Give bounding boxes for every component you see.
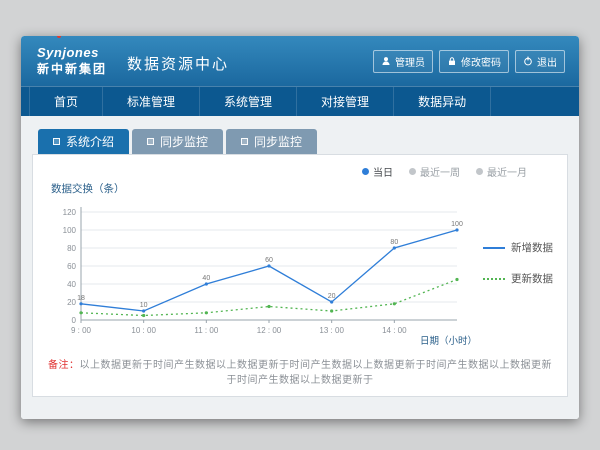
- svg-text:10: 10: [140, 302, 148, 309]
- filter-label: 最近一周: [420, 164, 460, 179]
- admin-user-button[interactable]: 管理员: [373, 50, 433, 73]
- filter-dot-icon: [476, 168, 483, 175]
- svg-text:40: 40: [67, 280, 76, 289]
- filter-dot-icon: [409, 168, 416, 175]
- svg-text:40: 40: [202, 275, 210, 282]
- nav-item-home[interactable]: 首页: [29, 87, 103, 116]
- svg-text:10 : 00: 10 : 00: [131, 326, 156, 335]
- legend-item-new-data[interactable]: 新增数据: [483, 240, 553, 255]
- app-window: Synjones 新中新集团 数据资源中心 管理员 修改密码: [21, 36, 579, 419]
- footnote: 备注：以上数据更新于时间产生数据以上数据更新于时间产生数据以上数据更新于时间产生…: [47, 356, 553, 386]
- svg-text:60: 60: [67, 262, 76, 271]
- tab-icon: [147, 138, 154, 145]
- tab-icon: [241, 138, 248, 145]
- lock-icon: [447, 56, 457, 66]
- filter-last-week[interactable]: 最近一周: [409, 164, 460, 179]
- tab-label: 同步监控: [160, 133, 208, 150]
- header: Synjones 新中新集团 数据资源中心 管理员 修改密码: [21, 36, 579, 86]
- brand-logo: Synjones 新中新集团: [37, 46, 107, 75]
- svg-text:100: 100: [63, 226, 77, 235]
- tab-sync-monitor-1[interactable]: 同步监控: [132, 129, 223, 154]
- nav-item-system-mgmt[interactable]: 系统管理: [200, 87, 297, 116]
- chart-y-axis-title: 数据交换（条）: [51, 181, 553, 196]
- tab-system-intro[interactable]: 系统介绍: [38, 129, 129, 154]
- tab-bar: 系统介绍 同步监控 同步监控: [38, 129, 568, 154]
- time-filter-legend: 当日 最近一周 最近一月: [47, 164, 527, 179]
- main-nav: 首页 标准管理 系统管理 对接管理 数据异动: [21, 86, 579, 116]
- svg-text:60: 60: [265, 257, 273, 264]
- svg-text:日期（小时）: 日期（小时）: [420, 335, 477, 347]
- svg-text:11 : 00: 11 : 00: [194, 326, 218, 335]
- svg-text:0: 0: [72, 316, 77, 325]
- legend-label: 新增数据: [511, 240, 553, 255]
- legend-item-updated-data[interactable]: 更新数据: [483, 271, 553, 286]
- footnote-text: 以上数据更新于时间产生数据以上数据更新于时间产生数据以上数据更新于时间产生数据以…: [80, 360, 553, 386]
- svg-text:12 : 00: 12 : 00: [257, 326, 282, 335]
- power-icon: [523, 56, 533, 66]
- filter-last-month[interactable]: 最近一月: [476, 164, 527, 179]
- change-password-button[interactable]: 修改密码: [439, 50, 509, 73]
- filter-label: 当日: [373, 164, 393, 179]
- svg-text:20: 20: [67, 298, 76, 307]
- svg-text:80: 80: [390, 239, 398, 246]
- change-password-label: 修改密码: [461, 54, 501, 69]
- svg-text:20: 20: [328, 293, 336, 300]
- user-icon: [381, 56, 391, 66]
- dotted-line-icon: [483, 278, 505, 280]
- admin-user-label: 管理员: [395, 54, 425, 69]
- filter-dot-icon: [362, 168, 369, 175]
- svg-text:18: 18: [77, 295, 85, 302]
- svg-text:13 : 00: 13 : 00: [319, 326, 344, 335]
- svg-text:14 : 00: 14 : 00: [382, 326, 407, 335]
- logo-accent-dot: [57, 36, 61, 38]
- logo-text-en: Synjones: [37, 46, 107, 60]
- tab-sync-monitor-2[interactable]: 同步监控: [226, 129, 317, 154]
- logo-text-cn: 新中新集团: [37, 63, 107, 76]
- logout-button[interactable]: 退出: [515, 50, 565, 73]
- page-title: 数据资源中心: [127, 53, 229, 74]
- chart-row: 0 20 40 60 80 100 120 9 : 00 10 : 00 11 : 00 12 : …: [47, 196, 553, 348]
- filter-label: 最近一月: [487, 164, 527, 179]
- nav-item-data-change[interactable]: 数据异动: [394, 87, 491, 116]
- chart-panel: 当日 最近一周 最近一月 数据交换（条） 0 20 40 60 80 100 120 9 : …: [32, 154, 568, 397]
- nav-item-standard-mgmt[interactable]: 标准管理: [103, 87, 200, 116]
- legend-label: 更新数据: [511, 271, 553, 286]
- solid-line-icon: [483, 247, 505, 249]
- header-actions: 管理员 修改密码 退出: [373, 50, 565, 73]
- logout-label: 退出: [537, 54, 557, 69]
- tab-icon: [53, 138, 60, 145]
- series-legend: 新增数据 更新数据: [483, 196, 553, 286]
- svg-text:80: 80: [67, 244, 76, 253]
- content-area: 系统介绍 同步监控 同步监控 当日 最近一周: [21, 116, 579, 419]
- svg-text:9 : 00: 9 : 00: [71, 326, 92, 335]
- filter-today[interactable]: 当日: [362, 164, 393, 179]
- footnote-label: 备注：: [48, 360, 80, 371]
- line-chart: 0 20 40 60 80 100 120 9 : 00 10 : 00 11 : 00 12 : …: [47, 196, 479, 348]
- tab-label: 系统介绍: [66, 133, 114, 150]
- nav-item-interface-mgmt[interactable]: 对接管理: [297, 87, 394, 116]
- svg-text:100: 100: [451, 221, 463, 228]
- tab-label: 同步监控: [254, 133, 302, 150]
- svg-text:120: 120: [63, 208, 77, 217]
